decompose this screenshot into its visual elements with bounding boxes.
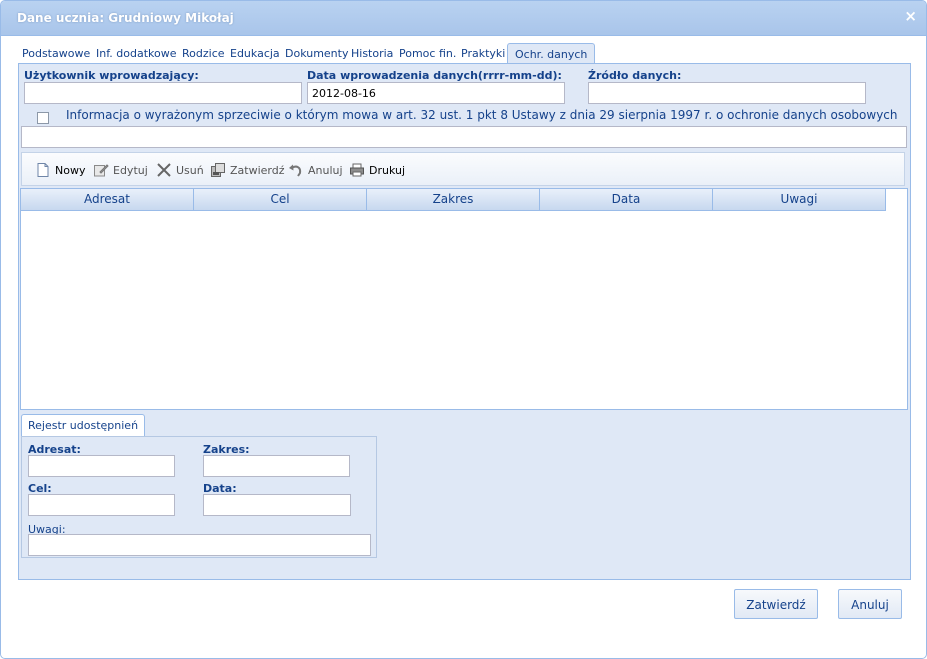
edit-icon [94,164,109,177]
column-header-uwagi[interactable]: Uwagi [713,189,886,210]
notes-input[interactable] [28,534,371,556]
confirm-toolbar-button[interactable]: Zatwierdź [210,163,285,177]
confirm-icon [211,163,225,177]
date-input[interactable] [307,82,565,104]
tab-pomoc-fin[interactable]: Pomoc fin. [399,47,456,60]
undo-icon [289,164,302,177]
purpose-input[interactable] [28,494,175,516]
new-document-icon [37,163,49,177]
tab-podstawowe[interactable]: Podstawowe [22,47,90,60]
dialog-body: Podstawowe Inf. dodatkowe Rodzice Edukac… [1,36,926,658]
delete-x-icon [157,163,171,177]
cancel-toolbar-label: Anuluj [308,163,343,177]
cancel-toolbar-button[interactable]: Anuluj [288,163,343,177]
cancel-button[interactable]: Anuluj [838,589,902,619]
edit-button[interactable]: Edytuj [93,163,148,177]
column-header-zakres[interactable]: Zakres [367,189,540,210]
objection-info-text: Informacja o wyrażonym sprzeciwie o któr… [66,108,898,122]
column-header-cel[interactable]: Cel [194,189,367,210]
objection-input[interactable] [21,126,907,148]
print-button[interactable]: Drukuj [349,163,405,177]
tab-inf-dodatkowe[interactable]: Inf. dodatkowe [96,47,177,60]
new-button[interactable]: Nowy [35,163,85,177]
column-header-adresat[interactable]: Adresat [21,189,194,210]
grid-header: Adresat Cel Zakres Data Uwagi [21,189,886,211]
source-label: Źródło danych: [588,69,682,82]
tab-praktyki[interactable]: Praktyki [461,47,505,60]
tab-ochr-danych[interactable]: Ochr. danych [507,43,596,63]
user-input[interactable] [24,82,302,104]
delete-button[interactable]: Usuń [156,163,204,177]
source-input[interactable] [588,82,866,104]
tab-historia[interactable]: Historia [351,47,393,60]
scope-input[interactable] [203,455,350,477]
user-label: Użytkownik wprowadzający: [24,69,199,82]
tab-rejestr-udostepnien[interactable]: Rejestr udostępnień [21,414,146,436]
printer-icon [350,163,364,177]
sharing-grid: Adresat Cel Zakres Data Uwagi [20,188,908,410]
delete-button-label: Usuń [176,163,204,177]
close-icon[interactable]: × [904,9,917,24]
tab-rodzice[interactable]: Rodzice [182,47,225,60]
addressee-input[interactable] [28,455,175,477]
confirm-toolbar-label: Zatwierdź [230,163,285,177]
register-form: Adresat: Zakres: Cel: Data: Uwagi: [21,436,377,558]
new-button-label: Nowy [55,163,86,177]
date-label: Data wprowadzenia danych(rrrr-mm-dd): [307,69,562,82]
tab-edukacja[interactable]: Edukacja [230,47,280,60]
edit-button-label: Edytuj [113,163,148,177]
column-header-data[interactable]: Data [540,189,713,210]
confirm-button[interactable]: Zatwierdź [734,589,818,619]
title-bar[interactable]: Dane ucznia: Grudniowy Mikołaj × [1,1,926,36]
objection-checkbox[interactable] [37,112,49,124]
grid-toolbar: Nowy Edytuj Usuń Zatwierdź Anuluj Drukuj [21,152,905,186]
print-button-label: Drukuj [369,163,406,177]
tab-dokumenty[interactable]: Dokumenty [285,47,348,60]
register-date-input[interactable] [203,494,351,516]
dialog-window: Dane ucznia: Grudniowy Mikołaj × Podstaw… [0,0,927,659]
tab-strip: Podstawowe Inf. dodatkowe Rodzice Edukac… [17,40,910,64]
window-title: Dane ucznia: Grudniowy Mikołaj [17,11,234,25]
